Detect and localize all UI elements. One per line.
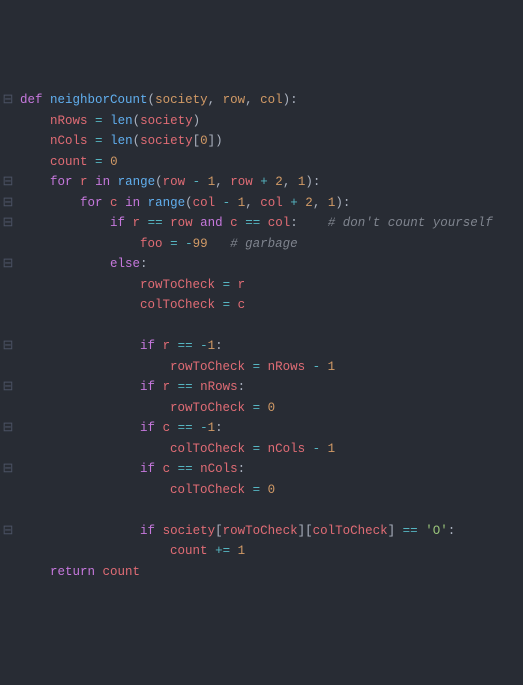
code-text: if r == row and c == col: # don't count … [20, 216, 493, 230]
code-text: if r == nRows: [20, 380, 245, 394]
code-text: for r in range(row - 1, row + 2, 1): [20, 175, 320, 189]
code-text: nRows = len(society) [20, 114, 200, 128]
code-line[interactable]: ⊟ if c == nCols: [0, 459, 523, 480]
code-text: rowToCheck = nRows - 1 [20, 360, 335, 374]
code-text: foo = -99 # garbage [20, 237, 298, 251]
fold-gutter-icon[interactable]: ⊟ [0, 172, 16, 193]
code-line[interactable]: ⊟ else: [0, 254, 523, 275]
code-line[interactable] [0, 500, 523, 521]
code-line[interactable]: ⊟ if r == row and c == col: # don't coun… [0, 213, 523, 234]
code-text: colToCheck = c [20, 298, 245, 312]
code-editor[interactable]: ⊟ def neighborCount(society, row, col): n… [0, 90, 523, 582]
code-line[interactable]: nRows = len(society) [0, 111, 523, 132]
code-text: for c in range(col - 1, col + 2, 1): [20, 196, 350, 210]
code-line[interactable]: ⊟ if c == -1: [0, 418, 523, 439]
code-text: if c == -1: [20, 421, 223, 435]
code-text: if society[rowToCheck][colToCheck] == 'O… [20, 524, 455, 538]
code-line[interactable]: ⊟ if r == nRows: [0, 377, 523, 398]
code-line[interactable]: ⊟ def neighborCount(society, row, col): [0, 90, 523, 111]
fold-gutter-icon[interactable]: ⊟ [0, 213, 16, 234]
code-line[interactable]: colToCheck = 0 [0, 480, 523, 501]
fold-gutter-icon[interactable]: ⊟ [0, 254, 16, 275]
code-line[interactable] [0, 316, 523, 337]
code-line[interactable]: return count [0, 562, 523, 583]
code-line[interactable]: ⊟ if society[rowToCheck][colToCheck] == … [0, 521, 523, 542]
code-text: if c == nCols: [20, 462, 245, 476]
code-line[interactable]: foo = -99 # garbage [0, 234, 523, 255]
code-text: count = 0 [20, 155, 118, 169]
fold-gutter-icon[interactable]: ⊟ [0, 521, 16, 542]
code-line[interactable]: ⊟ for r in range(row - 1, row + 2, 1): [0, 172, 523, 193]
code-text: if r == -1: [20, 339, 223, 353]
code-text [20, 319, 140, 333]
code-line[interactable]: rowToCheck = 0 [0, 398, 523, 419]
code-line[interactable]: count += 1 [0, 541, 523, 562]
code-line[interactable]: nCols = len(society[0]) [0, 131, 523, 152]
code-line[interactable]: ⊟ for c in range(col - 1, col + 2, 1): [0, 193, 523, 214]
code-line[interactable]: colToCheck = c [0, 295, 523, 316]
code-text: else: [20, 257, 148, 271]
code-line[interactable]: ⊟ if r == -1: [0, 336, 523, 357]
fold-gutter-icon[interactable]: ⊟ [0, 377, 16, 398]
code-text: nCols = len(society[0]) [20, 134, 223, 148]
code-text: rowToCheck = 0 [20, 401, 275, 415]
fold-gutter-icon[interactable]: ⊟ [0, 418, 16, 439]
code-line[interactable]: count = 0 [0, 152, 523, 173]
fold-gutter-icon[interactable]: ⊟ [0, 193, 16, 214]
code-line[interactable]: rowToCheck = r [0, 275, 523, 296]
fold-gutter-icon[interactable]: ⊟ [0, 90, 16, 111]
code-text: return count [20, 565, 140, 579]
fold-gutter-icon[interactable]: ⊟ [0, 336, 16, 357]
code-line[interactable]: colToCheck = nCols - 1 [0, 439, 523, 460]
code-text: colToCheck = nCols - 1 [20, 442, 335, 456]
code-text: count += 1 [20, 544, 245, 558]
code-text: colToCheck = 0 [20, 483, 275, 497]
code-text: def neighborCount(society, row, col): [20, 93, 298, 107]
code-text [20, 503, 140, 517]
code-text: rowToCheck = r [20, 278, 245, 292]
code-line[interactable]: rowToCheck = nRows - 1 [0, 357, 523, 378]
fold-gutter-icon[interactable]: ⊟ [0, 459, 16, 480]
